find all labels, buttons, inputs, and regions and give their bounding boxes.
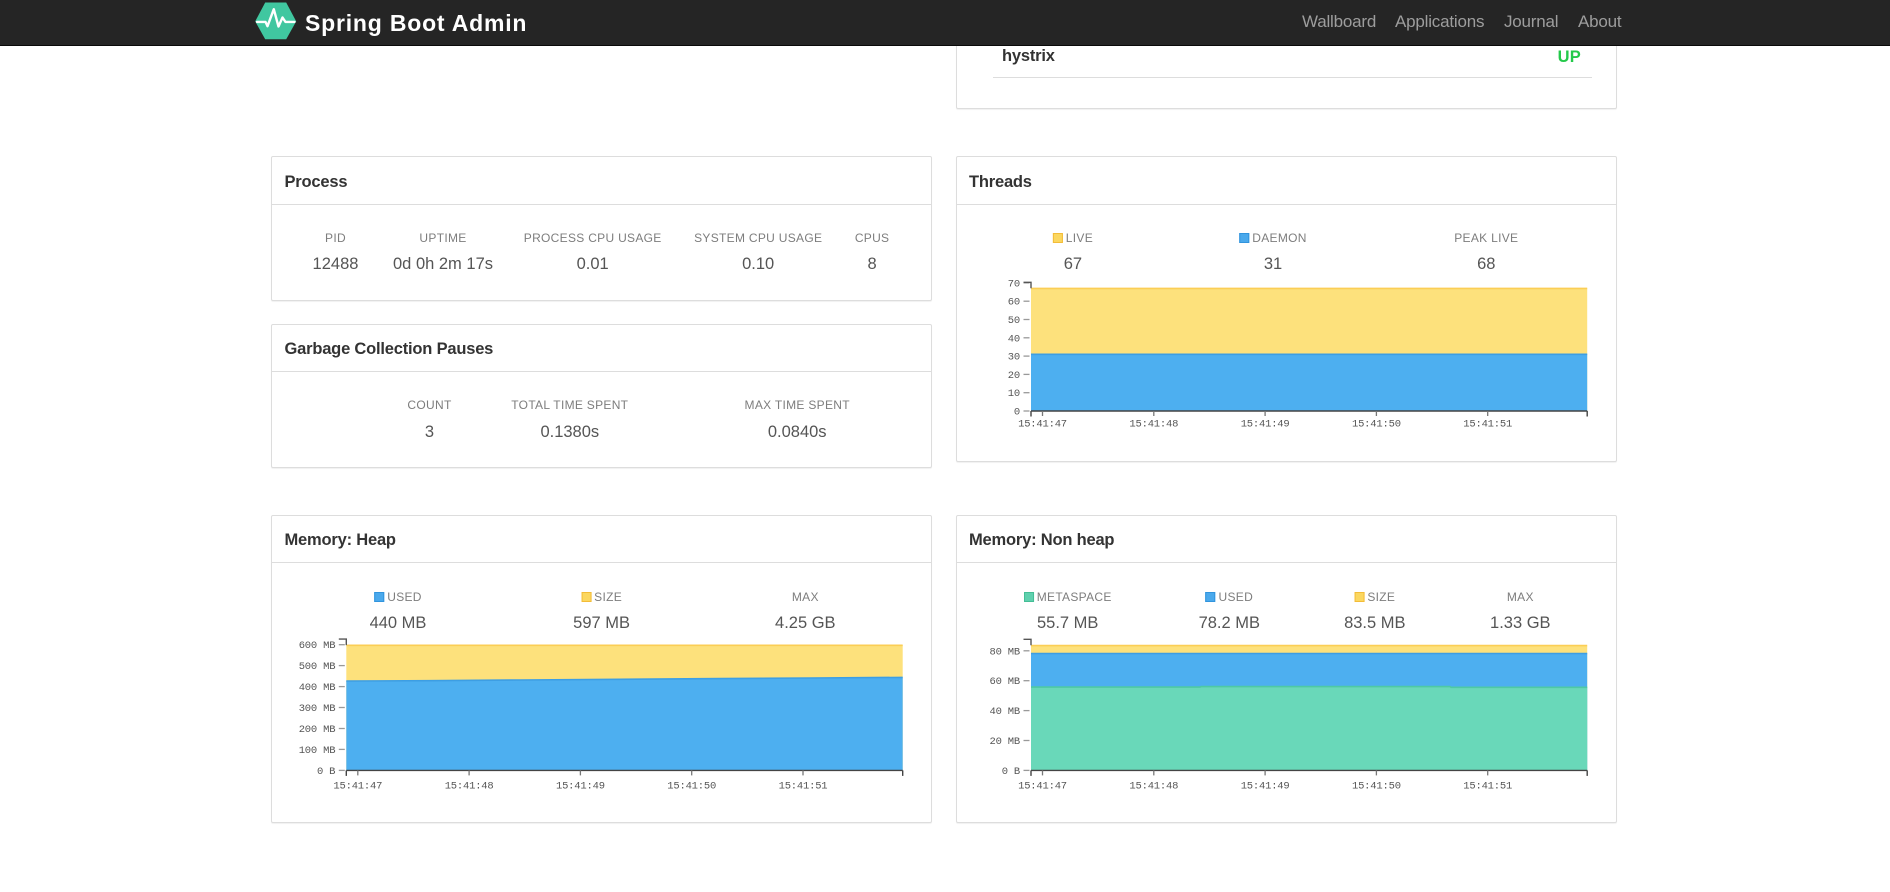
svg-text:60 MB: 60 MB <box>989 676 1020 688</box>
svg-text:70: 70 <box>1008 278 1020 290</box>
svg-text:0 B: 0 B <box>1002 766 1020 778</box>
svg-text:15:41:47: 15:41:47 <box>333 781 382 793</box>
svg-text:10: 10 <box>1008 388 1020 400</box>
svg-text:200 MB: 200 MB <box>299 724 336 736</box>
svg-text:50: 50 <box>1008 315 1020 327</box>
svg-text:300 MB: 300 MB <box>299 703 336 715</box>
svg-text:20 MB: 20 MB <box>989 736 1020 748</box>
svg-text:15:41:49: 15:41:49 <box>1241 781 1290 793</box>
svg-text:15:41:51: 15:41:51 <box>779 781 828 793</box>
svg-text:15:41:49: 15:41:49 <box>556 781 605 793</box>
svg-text:0 B: 0 B <box>317 766 335 778</box>
svg-text:15:41:48: 15:41:48 <box>445 781 494 793</box>
svg-text:15:41:49: 15:41:49 <box>1241 419 1290 431</box>
svg-text:40 MB: 40 MB <box>989 706 1020 718</box>
svg-text:30: 30 <box>1008 352 1020 364</box>
svg-text:15:41:50: 15:41:50 <box>1352 781 1401 793</box>
svg-text:100 MB: 100 MB <box>299 745 336 757</box>
svg-text:15:41:51: 15:41:51 <box>1463 781 1512 793</box>
svg-text:400 MB: 400 MB <box>299 682 336 694</box>
svg-text:15:41:47: 15:41:47 <box>1018 419 1067 431</box>
svg-text:15:41:50: 15:41:50 <box>667 781 716 793</box>
svg-text:80 MB: 80 MB <box>989 646 1020 658</box>
svg-text:40: 40 <box>1008 333 1020 345</box>
svg-text:15:41:48: 15:41:48 <box>1129 781 1178 793</box>
svg-text:60: 60 <box>1008 297 1020 309</box>
svg-text:15:41:48: 15:41:48 <box>1129 419 1178 431</box>
svg-text:15:41:51: 15:41:51 <box>1463 419 1512 431</box>
svg-text:15:41:47: 15:41:47 <box>1018 781 1067 793</box>
svg-text:15:41:50: 15:41:50 <box>1352 419 1401 431</box>
svg-text:0: 0 <box>1014 407 1020 419</box>
svg-text:600 MB: 600 MB <box>299 640 336 652</box>
svg-text:500 MB: 500 MB <box>299 661 336 673</box>
svg-text:20: 20 <box>1008 370 1020 382</box>
